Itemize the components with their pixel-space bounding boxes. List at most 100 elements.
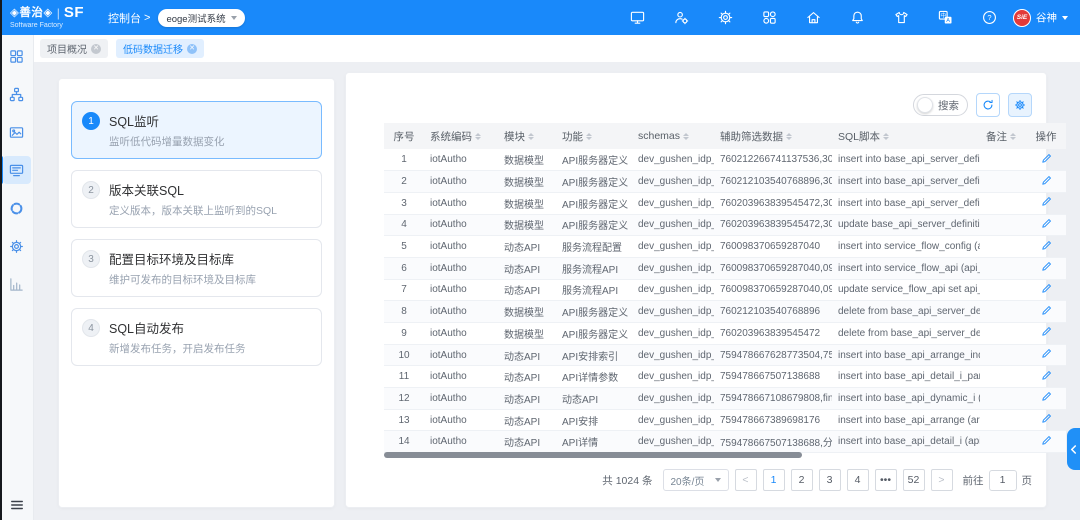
edit-row-button[interactable] — [1041, 413, 1052, 424]
bar-chart-icon[interactable] — [3, 270, 31, 298]
monitor-icon[interactable] — [629, 10, 645, 26]
column-header-module[interactable]: 模块 — [498, 123, 556, 149]
panel-collapse-handle[interactable] — [1067, 428, 1080, 470]
edit-row-button[interactable] — [1041, 240, 1052, 251]
cell-remark — [980, 236, 1026, 258]
column-header-system[interactable]: 系统编码 — [424, 123, 498, 149]
step-card-version-sql[interactable]: 2 版本关联SQL 定义版本，版本关联上监听到的SQL — [71, 170, 322, 228]
edit-row-button[interactable] — [1041, 261, 1052, 272]
menu-collapse-icon[interactable] — [0, 498, 34, 512]
ring-icon[interactable] — [3, 194, 31, 222]
close-icon[interactable]: ✕ — [187, 44, 197, 54]
edit-row-button[interactable] — [1041, 196, 1052, 207]
sort-icon[interactable] — [683, 133, 689, 140]
brand-abbr: SF — [64, 5, 84, 22]
step-card-target-env[interactable]: 3 配置目标环境及目标库 维护可发布的目标环境及目标库 — [71, 239, 322, 297]
goto-page-input[interactable] — [989, 470, 1017, 491]
sort-icon[interactable] — [1010, 133, 1016, 140]
column-header-aux[interactable]: 辅助筛选数据 — [714, 123, 832, 149]
cell-module: 动态API — [498, 344, 556, 366]
edit-row-button[interactable] — [1041, 305, 1052, 316]
user-settings-icon[interactable] — [673, 10, 689, 26]
column-header-func[interactable]: 功能 — [556, 123, 632, 149]
column-header-schemas[interactable]: schemas — [632, 123, 714, 149]
cell-remark — [980, 279, 1026, 301]
gear-tool-icon[interactable] — [3, 232, 31, 260]
column-settings-button[interactable] — [1008, 93, 1032, 117]
cell-remark — [980, 149, 1026, 171]
cell-schemas: dev_gushen_idp_co — [632, 388, 714, 410]
table-row: 3iotAutho数据模型API服务器定义dev_gushen_idp_co76… — [384, 192, 1066, 214]
cell-sql: insert into service_flow_api (api_id,api… — [832, 257, 980, 279]
prev-page-button[interactable]: < — [735, 469, 757, 491]
page-size-select[interactable]: 20条/页 — [663, 469, 729, 491]
step-card-auto-publish[interactable]: 4 SQL自动发布 新增发布任务，开启发布任务 — [71, 308, 322, 366]
edit-row-button[interactable] — [1041, 391, 1052, 402]
apps-grid-icon[interactable] — [761, 10, 777, 26]
pencil-icon — [1041, 413, 1052, 424]
horizontal-scrollbar-thumb[interactable] — [384, 452, 802, 458]
page-button-52[interactable]: 52 — [903, 469, 925, 491]
page-button-4[interactable]: 4 — [847, 469, 869, 491]
step-desc: 定义版本，版本关联上监听到的SQL — [109, 203, 277, 218]
pencil-icon — [1041, 326, 1052, 337]
sort-icon[interactable] — [528, 133, 534, 140]
breadcrumb-label[interactable]: 控制台 — [108, 10, 141, 26]
cell-system: iotAutho — [424, 323, 498, 345]
next-page-button[interactable]: > — [931, 469, 953, 491]
help-icon[interactable]: ? — [981, 10, 997, 26]
cell-op — [1026, 388, 1066, 410]
cell-func: API服务器定义 — [556, 214, 632, 236]
pencil-icon — [1041, 391, 1052, 402]
refresh-button[interactable] — [976, 93, 1000, 117]
brand-logo[interactable]: ◈善治◈ | SF Software Factory — [0, 5, 100, 30]
sort-icon[interactable] — [586, 133, 592, 140]
edit-row-button[interactable] — [1041, 348, 1052, 359]
dashboard-grid-icon[interactable] — [3, 42, 31, 70]
data-migration-icon[interactable] — [3, 156, 31, 184]
step-card-sql-listen[interactable]: 1 SQL监听 监听低代码增量数据变化 — [71, 101, 322, 159]
column-header-sql[interactable]: SQL脚本 — [832, 123, 980, 149]
column-header-op: 操作 — [1026, 123, 1066, 149]
tab-lowcode-data-migration[interactable]: 低码数据迁移 ✕ — [116, 39, 204, 58]
settings-gear-icon[interactable] — [717, 10, 733, 26]
page-button-3[interactable]: 3 — [819, 469, 841, 491]
table-row: 11iotAutho动态APIAPI详情参数dev_gushen_idp_co7… — [384, 366, 1066, 388]
project-select[interactable]: eoge测试系统 — [158, 9, 244, 27]
edit-row-button[interactable] — [1041, 153, 1052, 164]
translate-icon[interactable]: 中A — [937, 10, 953, 26]
cell-system: iotAutho — [424, 257, 498, 279]
pencil-icon — [1041, 218, 1052, 229]
page-button-2[interactable]: 2 — [791, 469, 813, 491]
edit-row-button[interactable] — [1041, 370, 1052, 381]
sitemap-icon[interactable] — [3, 80, 31, 108]
brand-mark: ◈善治◈ — [10, 7, 53, 20]
cell-func: API安排索引 — [556, 344, 632, 366]
edit-row-button[interactable] — [1041, 283, 1052, 294]
sidebar — [0, 35, 34, 520]
cell-system: iotAutho — [424, 344, 498, 366]
search-knob-icon — [917, 97, 933, 113]
edit-row-button[interactable] — [1041, 175, 1052, 186]
edit-row-button[interactable] — [1041, 326, 1052, 337]
cell-no: 2 — [384, 171, 424, 193]
edit-row-button[interactable] — [1041, 435, 1052, 446]
sort-icon[interactable] — [883, 133, 889, 140]
cell-aux: 760203963839545472 — [714, 323, 832, 345]
sort-icon[interactable] — [786, 133, 792, 140]
home-icon[interactable] — [805, 10, 821, 26]
pencil-icon — [1041, 283, 1052, 294]
cell-op — [1026, 409, 1066, 431]
page-ellipsis[interactable]: ••• — [875, 469, 897, 491]
tab-project-overview[interactable]: 项目概况 ✕ — [40, 39, 108, 58]
pages-image-icon[interactable] — [3, 118, 31, 146]
sort-icon[interactable] — [475, 133, 481, 140]
theme-shirt-icon[interactable] — [893, 10, 909, 26]
column-header-remark[interactable]: 备注 — [980, 123, 1026, 149]
page-button-1[interactable]: 1 — [763, 469, 785, 491]
user-menu[interactable]: SiE 谷神 — [1013, 9, 1068, 27]
search-button[interactable]: 搜索 — [913, 94, 968, 116]
edit-row-button[interactable] — [1041, 218, 1052, 229]
bell-icon[interactable] — [849, 10, 865, 26]
close-icon[interactable]: ✕ — [91, 44, 101, 54]
